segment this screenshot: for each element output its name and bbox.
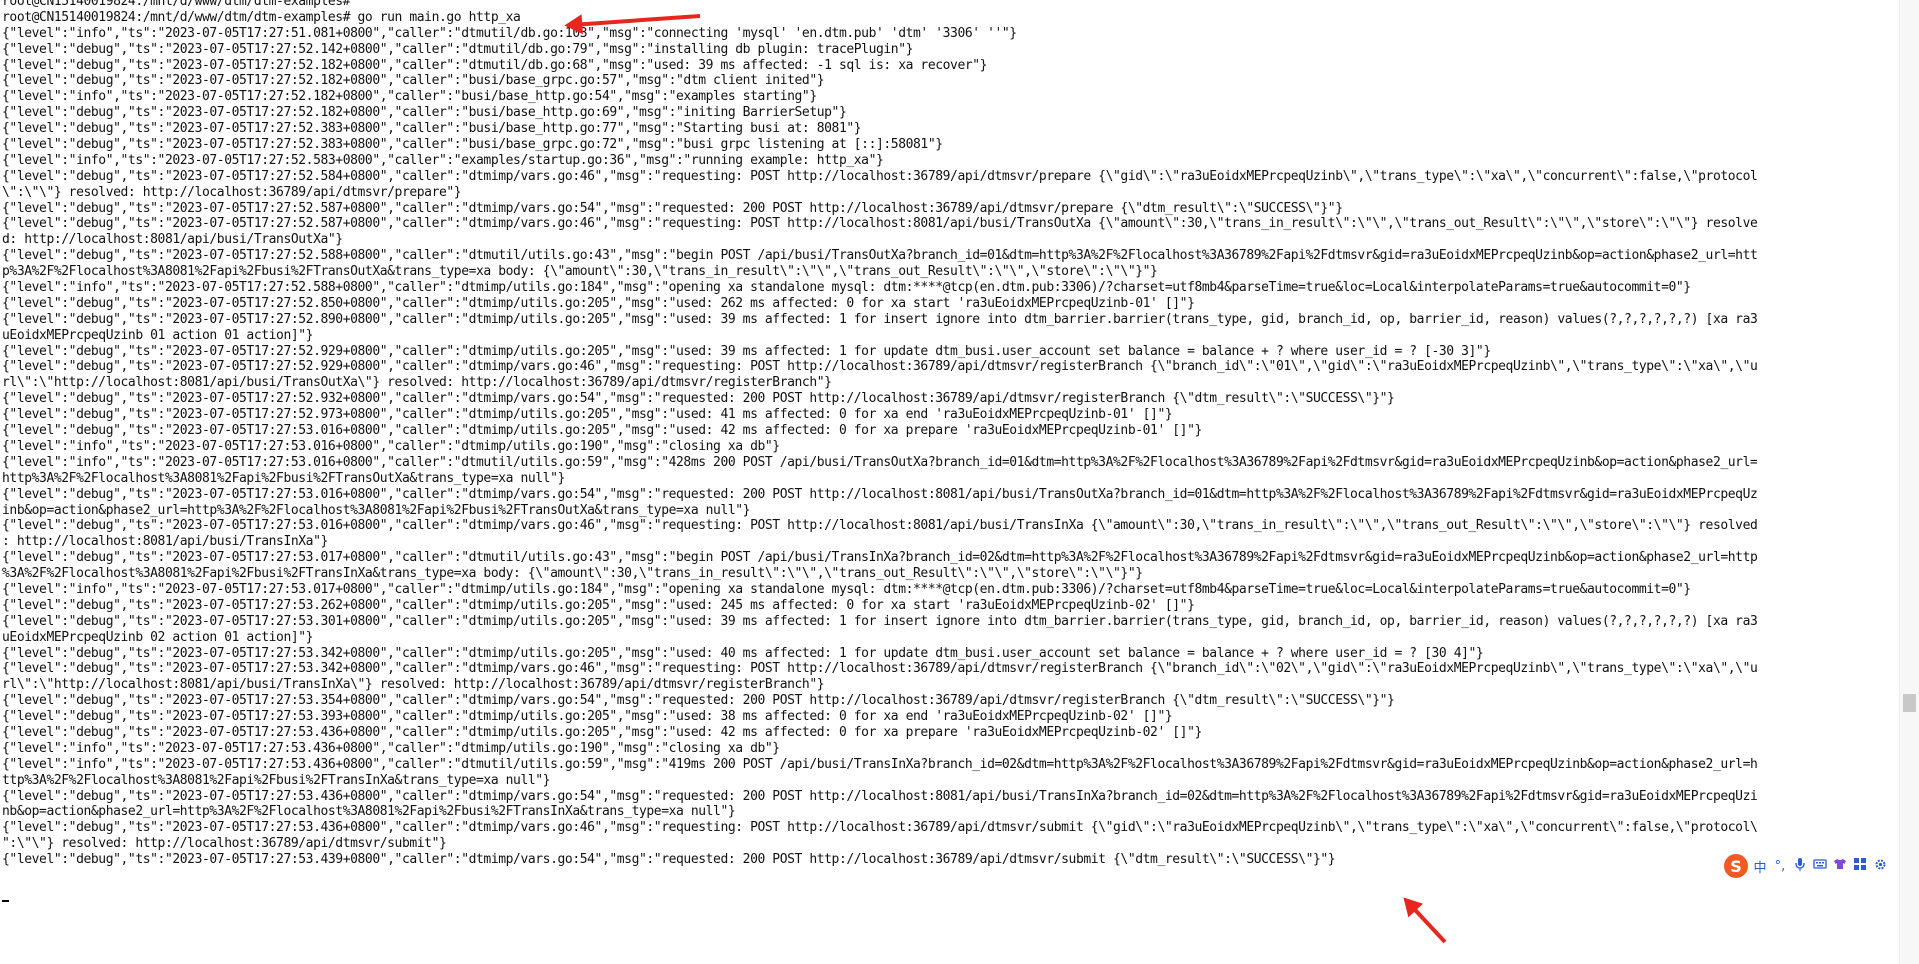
terminal-line: {"level":"debug","ts":"2023-07-05T17:27:… — [2, 41, 914, 57]
terminal-line: {"level":"info","ts":"2023-07-05T17:27:5… — [2, 454, 1758, 470]
terminal-line: {"level":"debug","ts":"2023-07-05T17:27:… — [2, 518, 1758, 534]
terminal-line: {"level":"debug","ts":"2023-07-05T17:27:… — [2, 359, 1758, 375]
terminal-line: {"level":"debug","ts":"2023-07-05T17:27:… — [2, 820, 1758, 836]
terminal-line: rl\":\"http://localhost:8081/api/busi/Tr… — [2, 677, 825, 693]
ime-logo-icon[interactable]: S — [1724, 854, 1748, 878]
terminal-line: %3A%2F%2Flocalhost%3A8081%2Fapi%2Fbusi%2… — [2, 566, 1143, 582]
terminal-line: {"level":"debug","ts":"2023-07-05T17:27:… — [2, 423, 1202, 439]
terminal-line: inb&op=action&phase2_url=http%3A%2F%2Flo… — [2, 502, 751, 518]
terminal-line: {"level":"info","ts":"2023-07-05T17:27:5… — [2, 280, 1691, 296]
terminal-line: {"level":"debug","ts":"2023-07-05T17:27:… — [2, 168, 1758, 184]
terminal-line: {"level":"debug","ts":"2023-07-05T17:27:… — [2, 852, 1336, 868]
terminal-line: root@CN15140019824:/mnt/d/www/dtm/dtm-ex… — [2, 0, 351, 9]
terminal-line: {"level":"info","ts":"2023-07-05T17:27:5… — [2, 756, 1758, 772]
terminal-line: {"level":"debug","ts":"2023-07-05T17:27:… — [2, 216, 1758, 232]
terminal-line: {"level":"debug","ts":"2023-07-05T17:27:… — [2, 788, 1758, 804]
terminal-line: rl\":\"http://localhost:8081/api/busi/Tr… — [2, 375, 832, 391]
scrollbar-thumb[interactable] — [1903, 694, 1916, 712]
ime-punctuation-toggle[interactable]: °, — [1772, 859, 1788, 874]
terminal-line: ttp%3A%2F%2Flocalhost%3A8081%2Fapi%2Fbus… — [2, 772, 551, 788]
vertical-scrollbar[interactable] — [1899, 0, 1919, 964]
gear-icon[interactable] — [1872, 858, 1888, 875]
terminal-line: uEoidxMEPrcpeqUzinb 01 action 01 action]… — [2, 327, 314, 343]
terminal-lines: root@CN15140019824:/mnt/d/www/dtm/dtm-ex… — [2, 0, 1757, 868]
ime-toolbar[interactable]: S 中 °, — [1720, 853, 1892, 879]
terminal-line: {"level":"debug","ts":"2023-07-05T17:27:… — [2, 105, 847, 121]
keyboard-icon[interactable] — [1812, 858, 1828, 874]
terminal-output[interactable]: root@CN15140019824:/mnt/d/www/dtm/dtm-ex… — [0, 0, 1900, 964]
terminal-line: p%3A%2F%2Flocalhost%3A8081%2Fapi%2Fbusi%… — [2, 264, 1158, 280]
ime-mode-toggle[interactable]: 中 — [1752, 857, 1768, 876]
terminal-line: {"level":"debug","ts":"2023-07-05T17:27:… — [2, 486, 1758, 502]
terminal-line: {"level":"debug","ts":"2023-07-05T17:27:… — [2, 597, 1195, 613]
terminal-line: uEoidxMEPrcpeqUzinb 02 action 01 action]… — [2, 629, 314, 645]
terminal-line: \":\"\"} resolved: http://localhost:3678… — [2, 184, 462, 200]
terminal-line: {"level":"debug","ts":"2023-07-05T17:27:… — [2, 613, 1758, 629]
terminal-line: {"level":"info","ts":"2023-07-05T17:27:5… — [2, 740, 780, 756]
terminal-line: d: http://localhost:8081/api/busi/TransO… — [2, 232, 343, 248]
terminal-line: {"level":"debug","ts":"2023-07-05T17:27:… — [2, 709, 1173, 725]
terminal-line: {"level":"debug","ts":"2023-07-05T17:27:… — [2, 121, 862, 137]
terminal-line: {"level":"debug","ts":"2023-07-05T17:27:… — [2, 295, 1195, 311]
terminal-line: {"level":"info","ts":"2023-07-05T17:27:5… — [2, 152, 884, 168]
terminal-line: {"level":"debug","ts":"2023-07-05T17:27:… — [2, 391, 1395, 407]
terminal-line: {"level":"info","ts":"2023-07-05T17:27:5… — [2, 89, 817, 105]
terminal-line: {"level":"info","ts":"2023-07-05T17:27:5… — [2, 438, 780, 454]
text-cursor — [2, 900, 9, 902]
terminal-line: {"level":"debug","ts":"2023-07-05T17:27:… — [2, 137, 943, 153]
terminal-line: nb&op=action&phase2_url=http%3A%2F%2Floc… — [2, 804, 736, 820]
microphone-icon[interactable] — [1792, 857, 1808, 875]
terminal-line: {"level":"debug","ts":"2023-07-05T17:27:… — [2, 73, 825, 89]
terminal-line: root@CN15140019824:/mnt/d/www/dtm/dtm-ex… — [2, 9, 521, 25]
terminal-line: {"level":"debug","ts":"2023-07-05T17:27:… — [2, 200, 1343, 216]
terminal-line: {"level":"debug","ts":"2023-07-05T17:27:… — [2, 661, 1758, 677]
terminal-line: {"level":"debug","ts":"2023-07-05T17:27:… — [2, 693, 1395, 709]
terminal-line: {"level":"debug","ts":"2023-07-05T17:27:… — [2, 645, 1484, 661]
terminal-line: {"level":"debug","ts":"2023-07-05T17:27:… — [2, 343, 1491, 359]
terminal-line: {"level":"info","ts":"2023-07-05T17:27:5… — [2, 581, 1691, 597]
terminal-line: {"level":"debug","ts":"2023-07-05T17:27:… — [2, 724, 1202, 740]
terminal-line: http%3A%2F%2Flocalhost%3A8081%2Fapi%2Fbu… — [2, 470, 565, 486]
grid-icon[interactable] — [1852, 858, 1868, 874]
terminal-line: : http://localhost:8081/api/busi/TransIn… — [2, 534, 328, 550]
terminal-line: {"level":"debug","ts":"2023-07-05T17:27:… — [2, 311, 1758, 327]
terminal-line: {"level":"debug","ts":"2023-07-05T17:27:… — [2, 57, 988, 73]
terminal-line: {"level":"debug","ts":"2023-07-05T17:27:… — [2, 407, 1173, 423]
terminal-line: {"level":"debug","ts":"2023-07-05T17:27:… — [2, 550, 1758, 566]
terminal-line: {"level":"info","ts":"2023-07-05T17:27:5… — [2, 25, 1017, 41]
terminal-line: ":\"\"} resolved: http://localhost:36789… — [2, 836, 447, 852]
shirt-icon[interactable] — [1832, 858, 1848, 874]
terminal-line: {"level":"debug","ts":"2023-07-05T17:27:… — [2, 248, 1758, 264]
